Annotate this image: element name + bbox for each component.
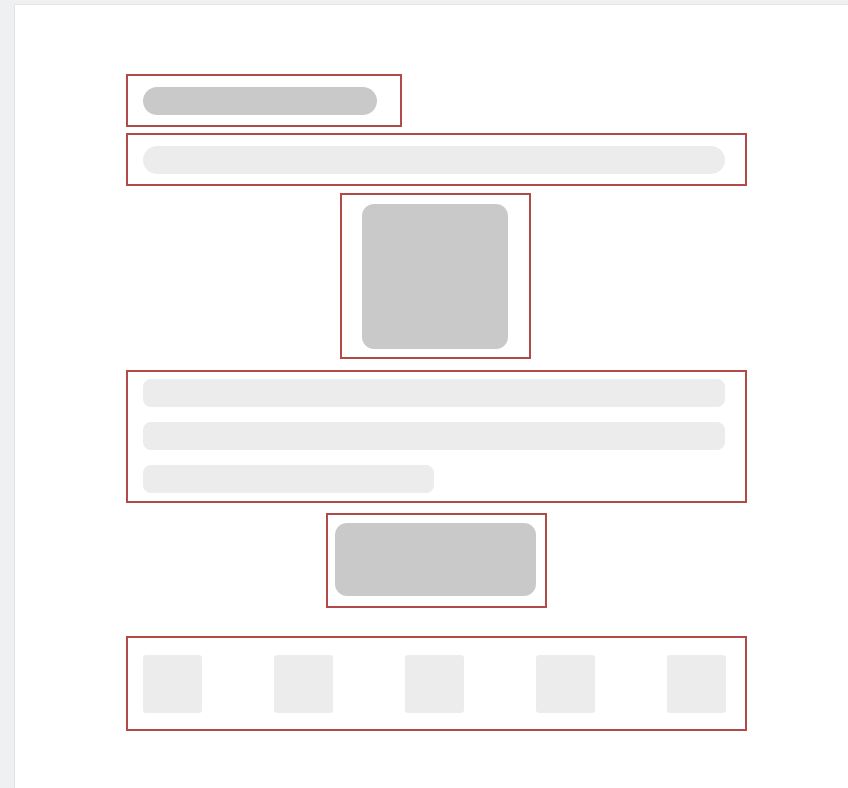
paragraph-line (143, 379, 725, 407)
wireframe-page (14, 4, 848, 788)
tile-placeholder[interactable] (405, 655, 464, 713)
title-region (126, 74, 402, 127)
tile-row-region (126, 636, 747, 731)
image-region (340, 193, 531, 359)
subtitle-placeholder (143, 146, 725, 174)
title-placeholder (143, 87, 377, 115)
tile-placeholder[interactable] (536, 655, 595, 713)
button-placeholder[interactable] (335, 523, 536, 596)
tile-placeholder[interactable] (274, 655, 333, 713)
paragraph-line (143, 422, 725, 450)
subtitle-region (126, 133, 747, 186)
tile-placeholder[interactable] (667, 655, 726, 713)
paragraph-line (143, 465, 434, 493)
button-region (326, 513, 547, 608)
paragraph-region (126, 370, 747, 503)
tile-placeholder[interactable] (143, 655, 202, 713)
image-placeholder (362, 204, 508, 349)
